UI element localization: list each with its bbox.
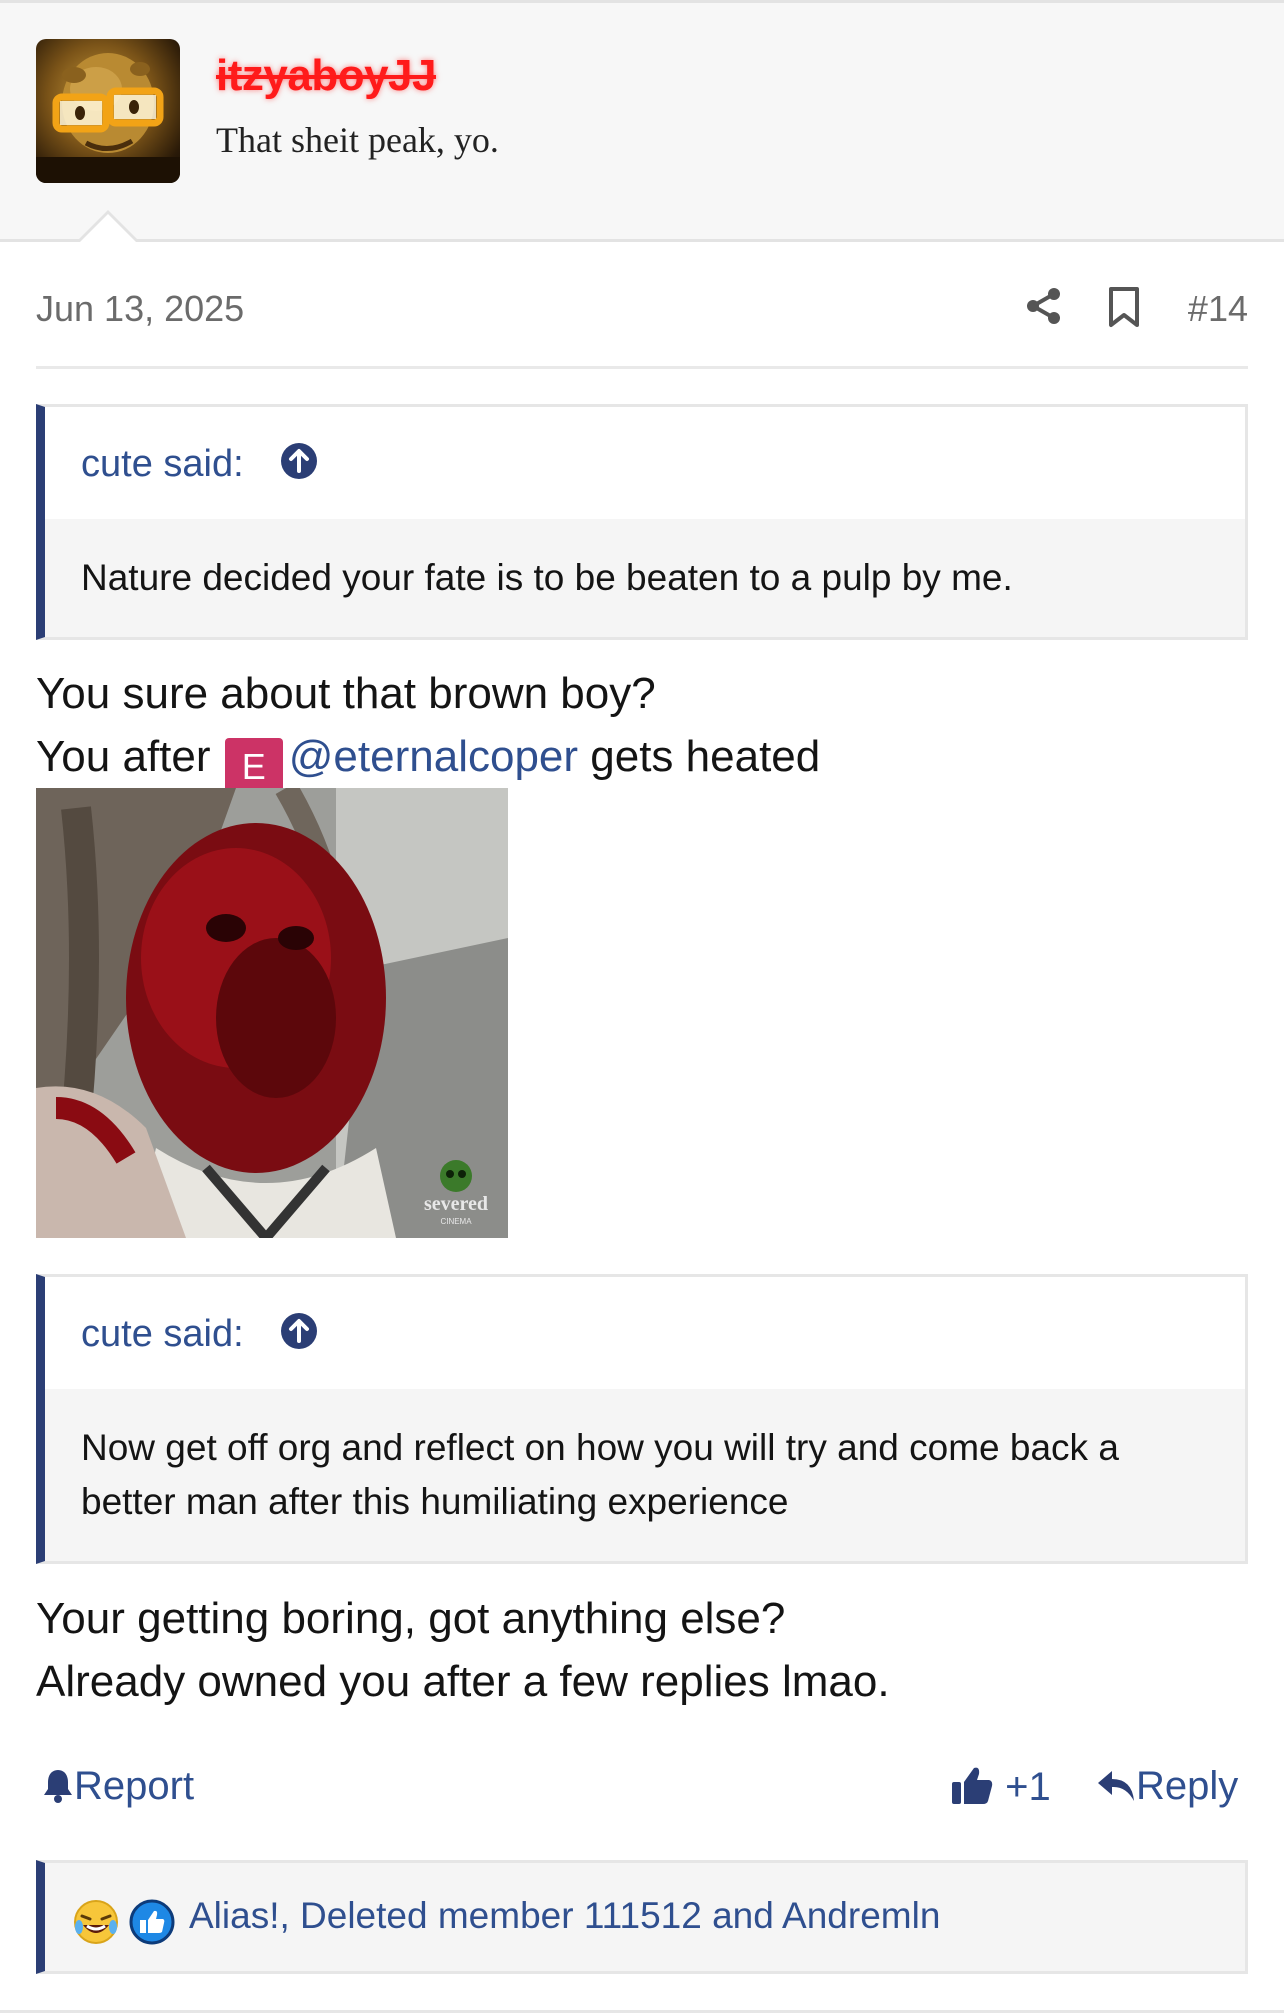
- post-text-segment: You after: [36, 732, 211, 781]
- bell-icon: [44, 1770, 72, 1803]
- like-reaction-icon: [129, 1899, 175, 1945]
- quote-header: cute said:: [45, 407, 1245, 519]
- report-label: Report: [74, 1764, 195, 1808]
- watermark-subtext: CINEMA: [440, 1217, 472, 1226]
- post-text-line: Your getting boring, got anything else?: [36, 1594, 786, 1643]
- post-text-segment: gets heated: [590, 732, 821, 781]
- quote-author-link[interactable]: cute said:: [81, 443, 244, 486]
- quote-text: Nature decided your fate is to be beaten…: [45, 519, 1245, 637]
- watermark-text: severed: [424, 1193, 488, 1215]
- like-count: +1: [1005, 1765, 1051, 1809]
- share-icon[interactable]: [1024, 286, 1064, 326]
- mention-link[interactable]: @eternalcoper: [289, 732, 578, 781]
- laughing-emoji-icon: [74, 1900, 118, 1944]
- like-button[interactable]: +1: [950, 1764, 1051, 1810]
- avatar[interactable]: [36, 39, 180, 183]
- reply-button[interactable]: Reply: [1096, 1764, 1238, 1809]
- post-image-art: severed CINEMA: [36, 788, 508, 1238]
- reply-label: Reply: [1136, 1764, 1239, 1808]
- reply-arrow-icon: [1098, 1771, 1134, 1801]
- quote-author-link[interactable]: cute said:: [81, 1313, 244, 1356]
- jump-to-quote-icon[interactable]: [279, 441, 319, 481]
- post-text-line: Already owned you after a few replies lm…: [36, 1657, 890, 1706]
- header-caret: [76, 210, 140, 243]
- post-user-header: itzyaboyJJ That sheit peak, yo.: [0, 0, 1284, 242]
- quote-text: Now get off org and reflect on how you w…: [45, 1389, 1245, 1561]
- bookmark-icon[interactable]: [1106, 286, 1142, 328]
- post-actions: Report +1 Reply: [36, 1760, 1248, 1820]
- post-number-link[interactable]: #14: [1188, 288, 1248, 330]
- reactions-text[interactable]: Alias!, Deleted member 111512 and Andrem…: [189, 1895, 940, 1937]
- user-title: That sheit peak, yo.: [216, 120, 499, 160]
- post-date[interactable]: Jun 13, 2025: [36, 288, 244, 330]
- thumbs-up-icon: [952, 1767, 993, 1804]
- report-button[interactable]: Report: [42, 1764, 194, 1809]
- post-meta-row: Jun 13, 2025 #14: [36, 280, 1248, 369]
- quote-block: cute said: Now get off org and reflect o…: [36, 1274, 1248, 1564]
- username-link[interactable]: itzyaboyJJ: [216, 51, 436, 101]
- quote-header: cute said:: [45, 1277, 1245, 1389]
- post-text-line: You sure about that brown boy?: [36, 669, 656, 718]
- avatar-image: [36, 53, 180, 183]
- quote-block: cute said: Nature decided your fate is t…: [36, 404, 1248, 640]
- post-text-line: You after E @eternalcoper gets heated: [36, 725, 820, 796]
- bottom-divider: [0, 2010, 1284, 2013]
- reactions-bar[interactable]: Alias!, Deleted member 111512 and Andrem…: [36, 1860, 1248, 1974]
- post-image[interactable]: severed CINEMA: [36, 788, 508, 1238]
- jump-to-quote-icon[interactable]: [279, 1311, 319, 1351]
